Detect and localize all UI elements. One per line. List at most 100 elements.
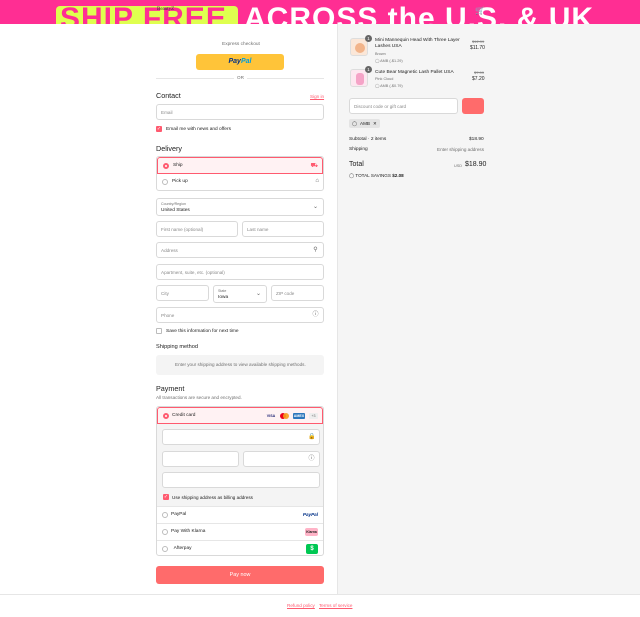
- state-value: Iowa: [218, 295, 229, 300]
- credit-card-label: Credit card: [172, 413, 196, 418]
- payment-subtitle: All transactions are secure and encrypte…: [156, 395, 242, 400]
- afterpay-radio[interactable]: [162, 546, 168, 552]
- item-name: Mini Mannequin Head With Three Layer Las…: [375, 38, 460, 50]
- close-icon[interactable]: ✕: [373, 119, 377, 128]
- shipping-value: Enter shipping address: [437, 147, 484, 152]
- apartment-field[interactable]: Apartment, suite, etc. (optional): [156, 264, 324, 280]
- afterpay-logo-icon: $: [306, 544, 318, 554]
- subtotal-value: $18.90: [469, 137, 484, 142]
- delivery-option-pickup[interactable]: Pick up ⌂: [157, 174, 323, 191]
- pickup-radio[interactable]: [162, 179, 168, 185]
- cart-icon[interactable]: 🛒: [475, 6, 485, 15]
- total-label: Total: [349, 161, 364, 168]
- item-name: Cute Bear Magnetic Lash Pallet USA: [375, 70, 454, 75]
- paypal-radio[interactable]: [162, 512, 168, 518]
- lock-icon: 🔒: [308, 434, 316, 440]
- zip-field[interactable]: ZIP code: [271, 285, 324, 301]
- delivery-method-group: Ship ⛟ Pick up ⌂: [156, 156, 324, 191]
- item-discount-text: AMB (-$1.29): [380, 59, 403, 63]
- shipping-method-notice: Enter your shipping address to view avai…: [175, 362, 306, 367]
- apartment-placeholder: Apartment, suite, etc. (optional): [161, 270, 225, 275]
- country-select[interactable]: Country/Region United States ⌄: [156, 198, 324, 216]
- phone-placeholder: Phone: [161, 313, 175, 318]
- tag-icon: ◯: [375, 59, 380, 63]
- total-value: $18.90: [465, 161, 487, 168]
- news-label: Email me with news and offers: [166, 127, 231, 132]
- email-field[interactable]: Email: [156, 104, 324, 120]
- news-checkbox[interactable]: ✓: [156, 126, 162, 132]
- security-code-field[interactable]: ⓘ: [243, 451, 320, 467]
- first-name-placeholder: First name (optional): [161, 227, 204, 232]
- pay-now-button[interactable]: Pay now: [156, 566, 324, 584]
- discount-code-field[interactable]: Discount code or gift card: [349, 98, 458, 114]
- quantity-badge: 1: [365, 35, 372, 42]
- paypal-text-1: Pay: [228, 58, 241, 65]
- shipping-label: Shipping: [349, 147, 368, 152]
- help-icon[interactable]: ⓘ: [312, 312, 319, 319]
- search-icon: ⚲: [313, 247, 318, 253]
- klarna-radio[interactable]: [162, 529, 168, 535]
- payment-option-afterpay[interactable]: Afterpay $: [157, 540, 323, 557]
- item-name-line: Lashes USA: [375, 44, 402, 49]
- subtotal-label: Subtotal · 2 items: [349, 137, 387, 142]
- delivery-option-ship[interactable]: Ship ⛟: [157, 157, 323, 174]
- expiration-field[interactable]: [162, 451, 239, 467]
- sign-in-link[interactable]: Sign in: [310, 94, 324, 99]
- item-discount-text: AMB (-$0.79): [380, 84, 403, 88]
- help-icon[interactable]: ⓘ: [308, 456, 315, 463]
- country-label: Country/Region: [161, 202, 186, 206]
- save-info-label: Save this information for next time: [166, 329, 239, 334]
- shipping-method-notice-box: Enter your shipping address to view avai…: [156, 355, 324, 375]
- express-checkout-label: Express checkout: [222, 42, 260, 47]
- store-icon: ⌂: [315, 178, 319, 184]
- payment-option-paypal[interactable]: PayPal PayPal: [157, 506, 323, 523]
- delivery-heading: Delivery: [156, 144, 182, 153]
- payment-option-klarna[interactable]: Pay With Klarna Klarna: [157, 523, 323, 540]
- state-select[interactable]: State Iowa ⌄: [213, 285, 267, 303]
- item-variant: Pink Cloud: [375, 77, 394, 81]
- card-number-field[interactable]: 🔒: [162, 429, 320, 445]
- zip-placeholder: ZIP code: [276, 291, 295, 296]
- promo-banner: SHIP FREE ACROSS the U.S. & UK BeautyZ 🛒: [0, 0, 640, 24]
- address-field[interactable]: Address ⚲: [156, 242, 324, 258]
- credit-card-form: 🔒 ⓘ ✓ Use shipping address as billing ad…: [157, 424, 323, 506]
- banner-text: ACROSS the U.S. & UK: [244, 2, 595, 25]
- city-field[interactable]: City: [156, 285, 209, 301]
- first-name-field[interactable]: First name (optional): [156, 221, 238, 237]
- klarna-label: Pay With Klarna: [171, 529, 206, 534]
- state-label: State: [218, 289, 227, 293]
- afterpay-label: Afterpay: [171, 546, 192, 551]
- ship-radio[interactable]: [163, 163, 169, 169]
- last-name-field[interactable]: Last name: [242, 221, 324, 237]
- mastercard-icon: [280, 413, 289, 419]
- savings-label: TOTAL SAVINGS: [355, 173, 391, 178]
- shipping-method-heading: Shipping method: [156, 344, 198, 350]
- tag-icon: ◯: [375, 84, 380, 88]
- klarna-logo-icon: Klarna: [305, 528, 318, 536]
- city-placeholder: City: [161, 291, 169, 296]
- banner-highlight-text: SHIP FREE: [60, 2, 227, 25]
- item-old-price: $12.99: [472, 39, 485, 44]
- visa-icon: VISA: [266, 414, 276, 418]
- credit-card-radio[interactable]: [163, 413, 169, 419]
- chevron-down-icon: ⌄: [312, 204, 319, 210]
- or-label: OR: [234, 75, 247, 80]
- apply-discount-button[interactable]: [462, 98, 484, 114]
- contact-heading: Contact: [156, 91, 181, 100]
- paypal-express-button[interactable]: PayPal: [196, 54, 284, 70]
- refund-policy-link[interactable]: Refund policy: [287, 603, 315, 608]
- phone-field[interactable]: Phone ⓘ: [156, 307, 324, 323]
- pickup-label: Pick up: [172, 179, 188, 184]
- paypal-label: PayPal: [171, 512, 187, 517]
- brand-logo[interactable]: BeautyZ: [157, 7, 174, 12]
- applied-discount-tag: ◯ AMB ✕: [349, 119, 380, 128]
- name-on-card-field[interactable]: [162, 472, 320, 488]
- billing-same-checkbox[interactable]: ✓: [163, 494, 169, 500]
- item-variant: Brown: [375, 52, 386, 56]
- applied-code: AMB: [360, 121, 370, 126]
- item-price: $11.70: [470, 45, 485, 51]
- payment-option-credit-card[interactable]: Credit card VISA AMEX +3: [157, 407, 323, 424]
- item-old-price: $7.99: [474, 70, 485, 75]
- terms-link[interactable]: Terms of service: [319, 603, 352, 608]
- save-info-checkbox[interactable]: [156, 328, 162, 334]
